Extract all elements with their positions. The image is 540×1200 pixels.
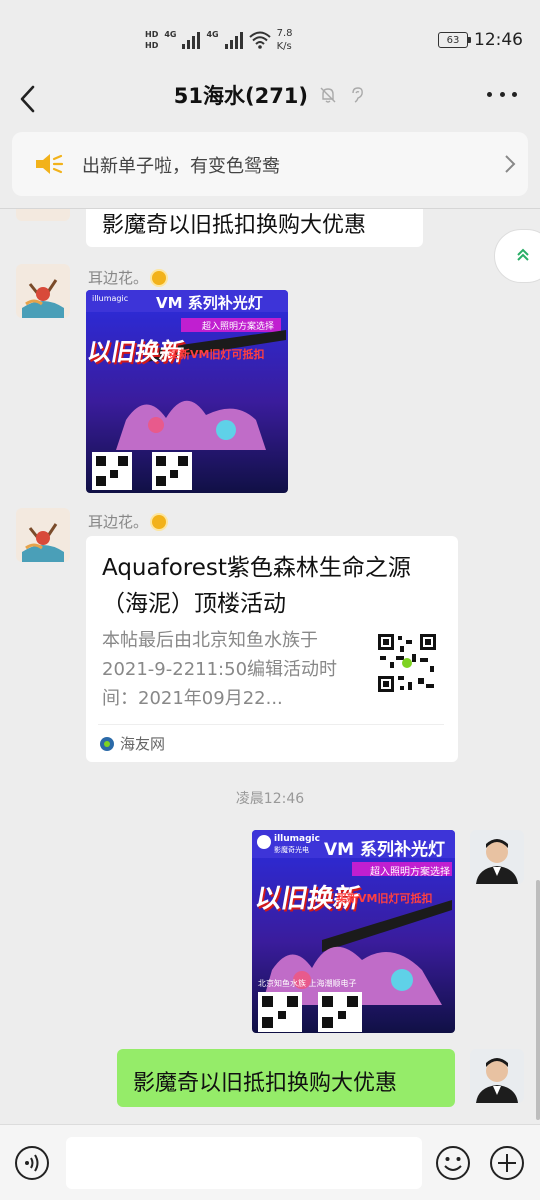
- text-message[interactable]: 影魔奇以旧抵扣换购大优惠: [86, 209, 423, 247]
- poster-banner: 超入照明方案选择: [202, 322, 275, 332]
- speed-unit: K/s: [276, 41, 292, 52]
- more-options-icon[interactable]: [487, 92, 517, 100]
- image-message[interactable]: VM 系列补光灯 illumagic 超入照明方案选择 以旧换新 买新VM旧灯可…: [86, 290, 288, 493]
- poster-headline: VM 系列补光灯: [324, 840, 445, 860]
- voice-icon[interactable]: [14, 1145, 50, 1181]
- message-text: 影魔奇以旧抵扣换购大优惠: [102, 213, 367, 238]
- my-avatar[interactable]: [470, 830, 524, 884]
- network-type-1: 4G: [164, 30, 177, 39]
- emoji-icon[interactable]: [435, 1145, 471, 1181]
- title-wrap: 51海水(271): [0, 80, 540, 108]
- sender-name-text: 耳边花。: [88, 269, 149, 287]
- group-notice[interactable]: 出新单子啦，有变色鸳鸯: [12, 132, 528, 196]
- battery-level: 63: [446, 34, 460, 46]
- card-divider: [98, 724, 444, 725]
- hd-label-1: HD: [145, 30, 159, 39]
- text-message[interactable]: 影魔奇以旧抵扣换购大优惠: [117, 1049, 455, 1107]
- qr-code-icon: [376, 632, 438, 694]
- input-bar: [0, 1124, 540, 1200]
- poster-headline: VM 系列补光灯: [156, 294, 263, 312]
- card-title: Aquaforest紫色森林生命之源（海泥）顶楼活动: [102, 555, 411, 617]
- avatar[interactable]: [16, 508, 70, 562]
- ear-icon: [352, 87, 364, 103]
- status-bar: HD HD 4G 4G 7.8 K/s 63 12:46: [0, 0, 540, 80]
- sender-name: 耳边花。: [88, 267, 167, 288]
- sender-name: 耳边花。: [88, 511, 167, 532]
- poster-offer: 买新VM旧灯可抵扣: [168, 348, 265, 361]
- poster-brand: illumagic: [92, 294, 129, 303]
- sun-icon: [152, 515, 167, 529]
- poster-banner: 超入照明方案选择: [370, 867, 450, 878]
- chat-area[interactable]: 影魔奇以旧抵扣换购大优惠 耳边花。 VM 系列补光灯 illumagic 超入照…: [0, 209, 540, 1124]
- image-message[interactable]: illumagic 影魔奇光电 VM 系列补光灯 超入照明方案选择 以旧换新 买…: [252, 830, 455, 1033]
- message-text: 影魔奇以旧抵扣换购大优惠: [133, 1071, 398, 1096]
- scrollbar[interactable]: [536, 880, 540, 1120]
- source-logo-icon: [100, 736, 114, 751]
- double-chevron-up-icon: [517, 248, 529, 261]
- chevron-right-icon: [505, 155, 516, 173]
- message-timestamp: 凌晨12:46: [235, 791, 305, 807]
- sun-icon: [152, 271, 167, 285]
- speaker-icon: [36, 154, 64, 174]
- card-source: 海友网: [100, 733, 165, 754]
- message-input[interactable]: [66, 1137, 422, 1189]
- card-description: 本帖最后由北京知鱼水族于2021-9-2211:50编辑活动时间：2021年09…: [102, 630, 338, 709]
- status-icons: HD HD 4G 4G 7.8 K/s: [145, 24, 293, 56]
- signal-icon-2: [224, 31, 243, 49]
- poster-stores: 北京知鱼水族 上海潮顺电子: [258, 979, 357, 988]
- scroll-to-unread-button[interactable]: [494, 229, 540, 283]
- poster-brand-sub: 影魔奇光电: [274, 846, 309, 854]
- avatar[interactable]: [16, 264, 70, 318]
- chat-header: 51海水(271): [0, 80, 540, 132]
- network-type-2: 4G: [206, 30, 219, 39]
- signal-icon: [182, 31, 201, 49]
- sender-name-text: 耳边花。: [88, 513, 149, 531]
- card-source-text: 海友网: [120, 735, 166, 753]
- hd-indicator: HD HD: [145, 29, 158, 51]
- speed-value: 7.8: [276, 28, 293, 39]
- notice-text: 出新单子啦，有变色鸳鸯: [82, 156, 280, 177]
- mute-bell-icon: [320, 87, 336, 103]
- my-avatar[interactable]: [470, 1049, 524, 1103]
- battery-icon: 63: [438, 32, 471, 48]
- link-card[interactable]: Aquaforest紫色森林生命之源（海泥）顶楼活动 本帖最后由北京知鱼水族于2…: [86, 536, 458, 762]
- poster-brand: illumagic: [274, 834, 320, 844]
- avatar[interactable]: [16, 209, 70, 221]
- poster-offer: 买新VM旧灯可抵扣: [336, 892, 433, 905]
- hd-label-2: HD: [145, 41, 159, 50]
- clock: 12:46: [474, 30, 523, 50]
- chat-title[interactable]: 51海水(271): [174, 80, 308, 110]
- plus-icon[interactable]: [489, 1145, 525, 1181]
- wifi-icon: [248, 31, 271, 49]
- network-speed: 7.8 K/s: [277, 27, 293, 53]
